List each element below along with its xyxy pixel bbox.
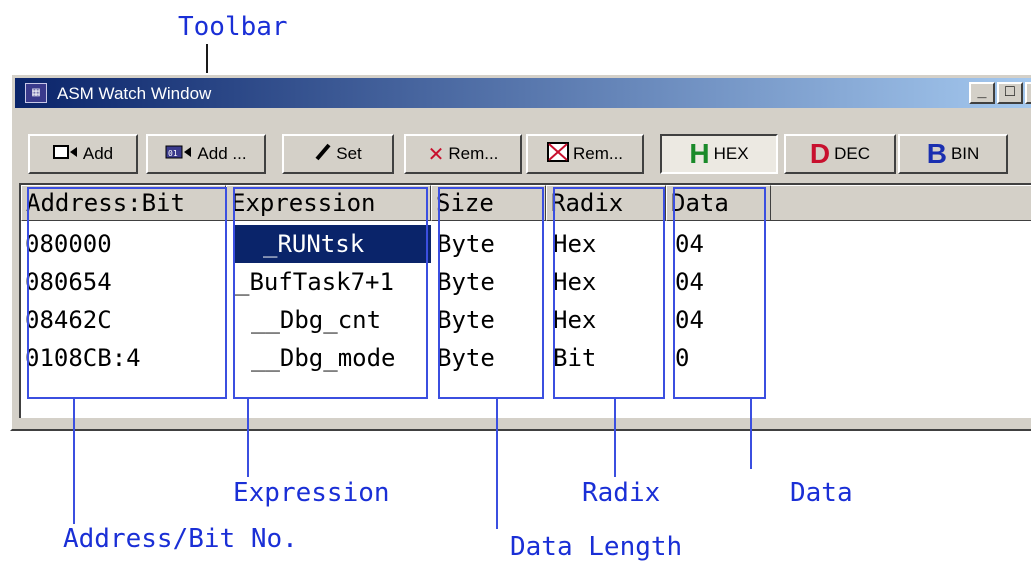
- title-bar[interactable]: ▦ ASM Watch Window _ □ ✕: [15, 78, 1031, 108]
- toolbar: Add 01 Add ... Set ✕ Rem... Rem... H HEX…: [12, 111, 1031, 174]
- close-button[interactable]: ✕: [1025, 82, 1031, 104]
- address-leader-line: [73, 399, 75, 524]
- add-bit-button-label: Add ...: [197, 144, 247, 163]
- data-length-callout: Data Length: [510, 532, 683, 562]
- add-button[interactable]: Add: [28, 134, 138, 174]
- remove-all-button[interactable]: Rem...: [526, 134, 644, 174]
- add-button-label: Add: [82, 144, 114, 163]
- expression-leader-line: [247, 399, 249, 477]
- address-column-highlight: [27, 187, 227, 399]
- radix-callout: Radix: [582, 478, 661, 508]
- hex-button[interactable]: H HEX: [660, 134, 778, 174]
- bin-button[interactable]: B BIN: [898, 134, 1008, 174]
- hex-button-label: HEX: [713, 144, 749, 163]
- app-icon: ▦: [25, 83, 47, 103]
- hex-letter-icon: H: [689, 138, 710, 169]
- address-callout: Address/Bit No.: [63, 524, 298, 554]
- svg-text:01: 01: [168, 149, 178, 158]
- size-column-highlight: [438, 187, 544, 399]
- expression-column-highlight: [233, 187, 428, 399]
- remove-all-icon: [546, 141, 569, 167]
- add-bit-icon: 01: [165, 144, 193, 165]
- window-title: ASM Watch Window: [57, 84, 212, 103]
- data-callout: Data: [790, 478, 853, 508]
- size-leader-line: [496, 399, 498, 529]
- column-header-filler: [771, 185, 1031, 221]
- data-leader-line: [750, 399, 752, 469]
- window-controls: _ □ ✕: [969, 82, 1031, 104]
- remove-button-label: Rem...: [448, 144, 499, 163]
- pencil-icon: [314, 143, 332, 166]
- radix-leader-line: [614, 399, 616, 477]
- toolbar-callout: Toolbar: [178, 12, 288, 42]
- remove-button[interactable]: ✕ Rem...: [404, 134, 522, 174]
- bin-button-label: BIN: [950, 144, 980, 163]
- bin-letter-icon: B: [926, 138, 947, 169]
- dec-letter-icon: D: [809, 138, 831, 169]
- maximize-button[interactable]: □: [997, 82, 1023, 104]
- set-button-label: Set: [336, 144, 362, 163]
- set-button[interactable]: Set: [282, 134, 394, 174]
- expression-callout: Expression: [233, 478, 390, 508]
- data-column-highlight: [673, 187, 766, 399]
- dec-button[interactable]: D DEC: [784, 134, 896, 174]
- add-watch-icon: [52, 144, 79, 165]
- dec-button-label: DEC: [834, 144, 871, 163]
- minimize-button[interactable]: _: [969, 82, 995, 104]
- add-bit-button[interactable]: 01 Add ...: [146, 134, 266, 174]
- remove-x-icon: ✕: [427, 143, 445, 166]
- radix-column-highlight: [553, 187, 665, 399]
- remove-all-button-label: Rem...: [572, 144, 624, 163]
